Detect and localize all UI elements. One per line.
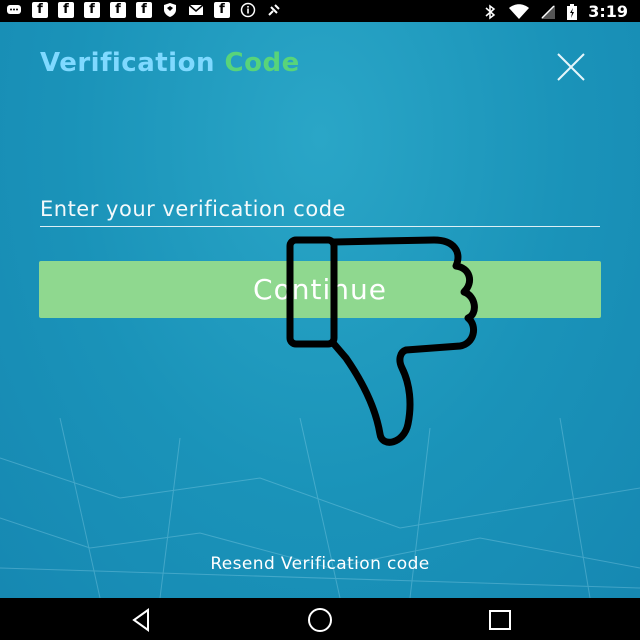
verification-screen: Verification Code Continue Resend Verifi… [0, 22, 640, 598]
bluetooth-icon [485, 4, 496, 19]
shield-icon [164, 3, 176, 17]
home-icon[interactable] [306, 606, 334, 634]
facebook-icon: f [32, 2, 48, 18]
signal-icon [541, 4, 556, 19]
wifi-icon [509, 3, 530, 19]
satellite-icon [268, 4, 280, 16]
page-title: Verification Code [40, 48, 300, 78]
facebook-icon: f [110, 2, 126, 18]
facebook-icon: f [84, 2, 100, 18]
chat-icon [7, 5, 21, 14]
facebook-icon: f [214, 2, 230, 18]
facebook-icon: f [58, 2, 74, 18]
page-title-part2: Code [224, 48, 300, 78]
system-icons: 3:19 [482, 2, 628, 21]
notification-icons: f f f f f f [6, 2, 282, 18]
close-button[interactable] [554, 50, 588, 84]
close-icon [557, 53, 585, 81]
status-bar: f f f f f f 3:19 [0, 0, 640, 22]
navigation-bar [0, 598, 640, 640]
battery-icon [567, 3, 578, 20]
mail-icon [188, 4, 204, 15]
clock: 3:19 [588, 2, 628, 21]
back-icon[interactable] [128, 606, 156, 634]
continue-button[interactable]: Continue [39, 261, 601, 318]
info-icon [240, 2, 256, 18]
resend-verification-link[interactable]: Resend Verification code [0, 554, 640, 574]
facebook-icon: f [136, 2, 152, 18]
verification-code-input[interactable] [40, 192, 600, 227]
page-title-part1: Verification [40, 48, 215, 78]
recents-icon[interactable] [486, 606, 514, 634]
